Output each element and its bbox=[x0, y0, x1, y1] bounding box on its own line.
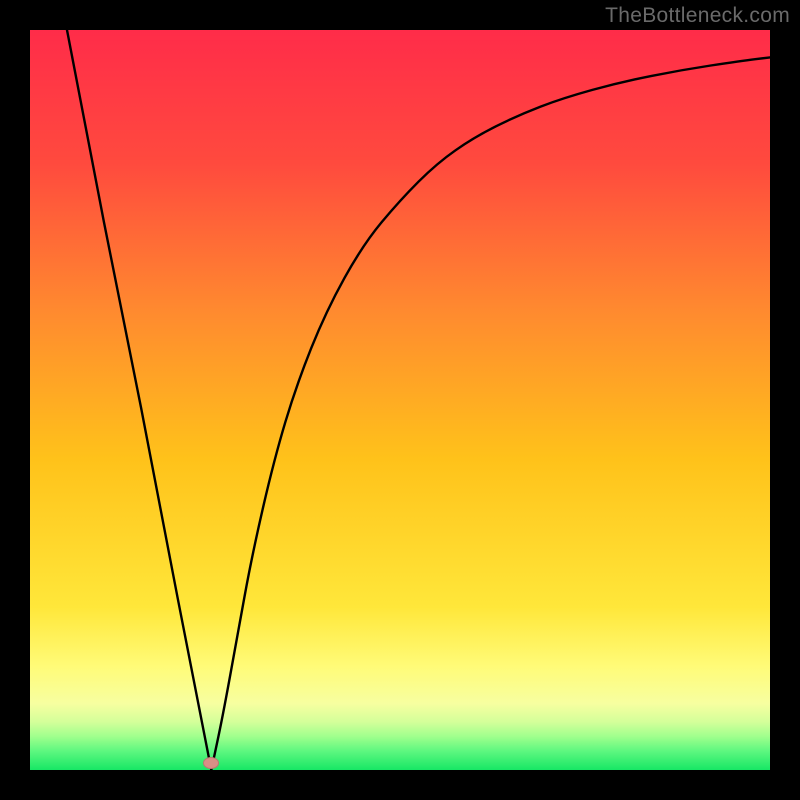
curve-layer bbox=[30, 30, 770, 770]
optimum-marker bbox=[203, 757, 219, 769]
plot-area bbox=[30, 30, 770, 770]
watermark-text: TheBottleneck.com bbox=[605, 4, 790, 28]
chart-frame: TheBottleneck.com bbox=[0, 0, 800, 800]
bottleneck-curve bbox=[67, 30, 770, 770]
